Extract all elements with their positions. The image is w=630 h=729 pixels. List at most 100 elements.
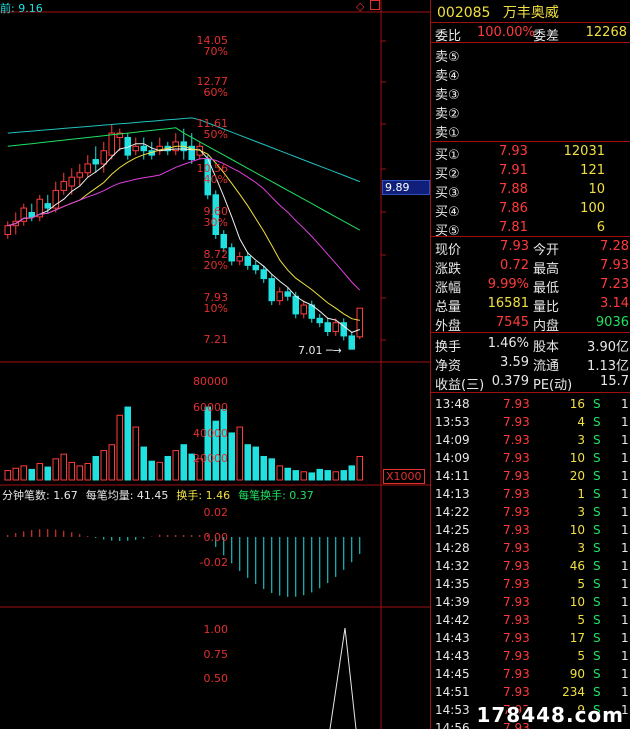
candle-down [252, 264, 259, 271]
trade-count: 1 [621, 451, 629, 465]
volume-unit-badge: X1000 [383, 469, 425, 484]
trade-row[interactable]: 14:43 7.93 17 S 1 [431, 629, 630, 647]
candle-down [324, 322, 331, 333]
trade-volume: 3 [577, 433, 585, 447]
trade-row[interactable]: 14:39 7.93 10 S 1 [431, 593, 630, 611]
candle-down [228, 247, 235, 262]
window-box-icon[interactable] [370, 0, 380, 10]
buy-level-label: 买② [435, 167, 460, 182]
volume-bar-up [332, 471, 339, 481]
trade-price: 7.93 [503, 613, 530, 627]
candle-up [276, 291, 283, 302]
trade-time: 14:42 [435, 613, 470, 627]
stat-row: 现价 7.93 今开 7.28 [431, 238, 630, 258]
pct-axis-label: 70% [203, 45, 228, 58]
sell-row[interactable]: 卖⑤ [431, 45, 630, 65]
volume-bar-down [228, 432, 235, 481]
chart-area[interactable]: 前: 9.16 ◇ 14.05 70% 12.77 60% 11.61 50% 10.56 4… [0, 0, 430, 729]
sell-level-label: 卖⑤ [435, 50, 460, 65]
buy-row[interactable]: 买③ 7.88 10 [431, 181, 630, 201]
buy-level-label: 买① [435, 148, 460, 163]
trade-row[interactable]: 14:13 7.93 1 S 1 [431, 485, 630, 503]
volume-bar-down [316, 468, 323, 481]
volume-bar-up [132, 426, 139, 481]
sell-row[interactable]: 卖④ [431, 64, 630, 84]
buy-volume: 100 [580, 201, 605, 216]
buy-price: 7.93 [499, 144, 528, 159]
trade-row[interactable]: 14:25 7.93 10 S 1 [431, 521, 630, 539]
trade-row[interactable]: 14:09 7.93 3 S 1 [431, 431, 630, 449]
trade-time: 14:51 [435, 685, 470, 699]
trade-row[interactable]: 14:51 7.93 234 S 1 [431, 683, 630, 701]
weibi-row: 委比 100.00% 委差 12268 [431, 24, 630, 44]
sell-row[interactable]: 卖① [431, 121, 630, 141]
trade-row[interactable]: 13:48 7.93 16 S 1 [431, 395, 630, 413]
candle-down [220, 234, 227, 249]
trade-time: 14:25 [435, 523, 470, 537]
trade-price: 7.93 [503, 577, 530, 591]
trade-volume: 5 [577, 613, 585, 627]
trade-price: 7.93 [503, 523, 530, 537]
pct-axis-label: 10% [203, 302, 228, 315]
buy-price: 7.88 [499, 182, 528, 197]
trade-volume: 90 [569, 667, 585, 681]
sell-row[interactable]: 卖③ [431, 83, 630, 103]
trade-row[interactable]: 14:22 7.93 3 S 1 [431, 503, 630, 521]
trade-price: 7.93 [503, 649, 530, 663]
stock-header[interactable]: 002085 万丰奥威 [431, 0, 630, 22]
trade-row[interactable]: 14:35 7.93 5 S 1 [431, 575, 630, 593]
volume-bar-up [52, 458, 59, 481]
watermark: 178448.com [476, 703, 624, 727]
stat-value: 7.28 [600, 239, 629, 254]
kline-chart-svg[interactable] [0, 0, 430, 729]
divider [431, 332, 630, 333]
stat-value: 16581 [487, 296, 529, 311]
trade-row[interactable]: 14:45 7.93 90 S 1 [431, 665, 630, 683]
trade-volume: 5 [577, 577, 585, 591]
stock-code: 002085 [437, 5, 491, 21]
trade-row[interactable]: 14:09 7.93 10 S 1 [431, 449, 630, 467]
trade-side: S [593, 595, 601, 609]
stat-value: 1.13亿 [587, 359, 629, 374]
volume-axis-label: 20000 [193, 452, 228, 465]
bottom-axis-label: 1.00 [203, 623, 229, 636]
trade-row[interactable]: 14:11 7.93 20 S 1 [431, 467, 630, 485]
trade-price: 7.93 [503, 469, 530, 483]
stat-label: 换手 [435, 340, 462, 355]
volume-bar-down [340, 470, 347, 481]
trade-row[interactable]: 14:32 7.93 46 S 1 [431, 557, 630, 575]
diamond-icon[interactable]: ◇ [356, 0, 364, 13]
trade-row[interactable]: 14:42 7.93 5 S 1 [431, 611, 630, 629]
trade-price: 7.93 [503, 451, 530, 465]
candle-up [132, 145, 139, 152]
bottom-spike-line [329, 627, 357, 729]
buy-row[interactable]: 买② 7.91 121 [431, 162, 630, 182]
trade-count: 1 [621, 685, 629, 699]
pct-axis-label: 30% [203, 216, 228, 229]
volume-bar-down [204, 406, 211, 481]
trade-side: S [593, 415, 601, 429]
buy-price: 7.91 [499, 163, 528, 178]
stat-value: 7545 [495, 315, 529, 330]
bottom-axis-label: 0.50 [203, 672, 229, 685]
candle-down [260, 269, 267, 280]
trade-row[interactable]: 14:43 7.93 5 S 1 [431, 647, 630, 665]
stat-label: 总量 [435, 300, 462, 315]
volume-bar-up [20, 465, 27, 481]
buy-row[interactable]: 买④ 7.86 100 [431, 200, 630, 220]
trade-volume: 5 [577, 649, 585, 663]
sell-row[interactable]: 卖② [431, 102, 630, 122]
trade-row[interactable]: 13:53 7.93 4 S 1 [431, 413, 630, 431]
stat-label: 量比 [533, 300, 560, 315]
buy-row[interactable]: 买① 7.93 12031 [431, 143, 630, 163]
trade-count: 1 [621, 559, 629, 573]
volume-bar-down [324, 470, 331, 481]
buy-row[interactable]: 买⑤ 7.81 6 [431, 219, 630, 239]
trade-side: S [593, 559, 601, 573]
stat-label: 股本 [533, 340, 560, 355]
trade-time: 14:13 [435, 487, 470, 501]
candle-up [76, 172, 83, 178]
trade-count: 1 [621, 667, 629, 681]
candle-up [60, 181, 67, 191]
trade-row[interactable]: 14:28 7.93 3 S 1 [431, 539, 630, 557]
